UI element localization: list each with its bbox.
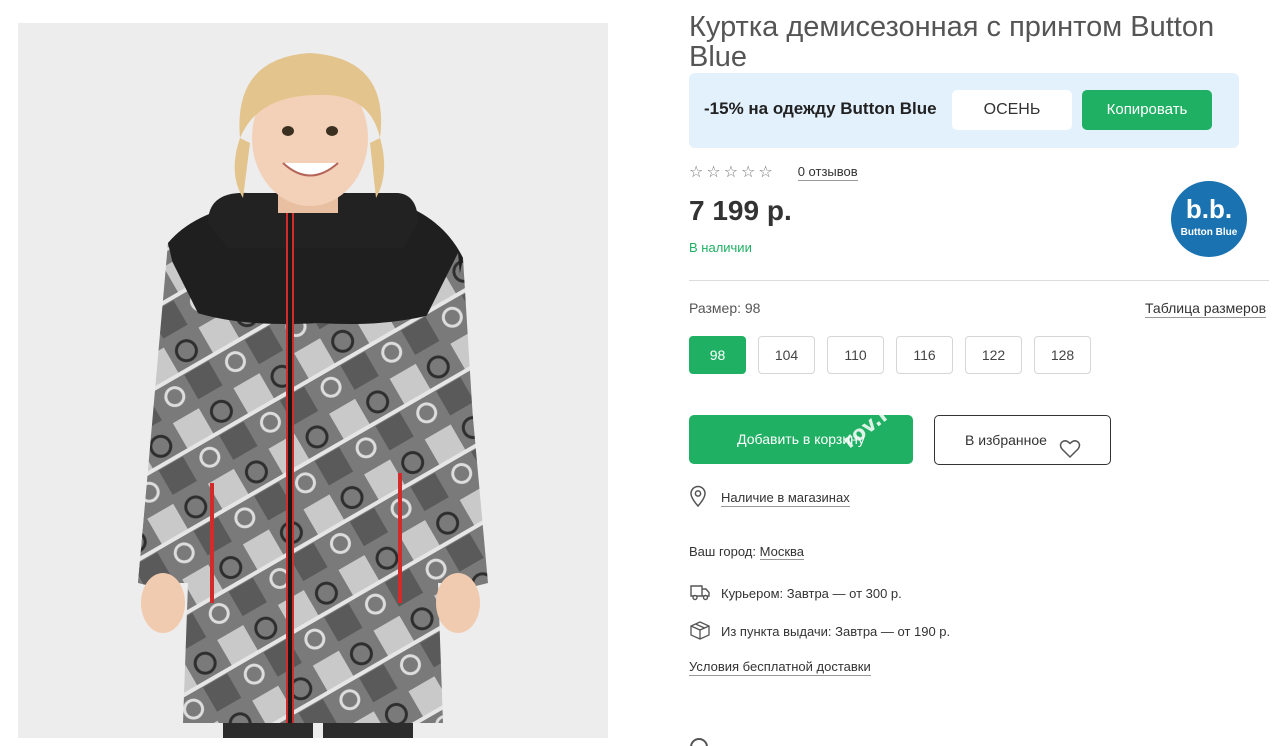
- heart-outline-icon: [1059, 430, 1081, 478]
- copy-code-button[interactable]: Копировать: [1082, 90, 1212, 130]
- size-table-link[interactable]: Таблица размеров: [1145, 300, 1267, 318]
- promo-banner: -15% на одежду Button Blue ОСЕНЬ Копиров…: [689, 73, 1239, 148]
- add-to-favorites-button[interactable]: В избранное: [934, 415, 1111, 465]
- size-option-122[interactable]: 122: [965, 336, 1022, 374]
- brand-logo-letters: b.b.: [1185, 194, 1233, 224]
- rating-row: ☆☆☆☆☆ 0 отзывов: [689, 162, 858, 182]
- map-pin-icon: [689, 485, 707, 512]
- pickup-info: Из пункта выдачи: Завтра — от 190 р.: [721, 624, 951, 639]
- product-title: Куртка демисезонная с принтом Button Blu…: [689, 11, 1215, 73]
- courier-delivery: Курьером: Завтра — от 300 р.: [689, 583, 902, 604]
- size-options: 98 104 110 116 122 128: [689, 336, 1103, 374]
- stores-link: Наличие в магазинах: [721, 490, 850, 507]
- promo-text: -15% на одежду Button Blue: [704, 99, 937, 118]
- stock-status: В наличии: [689, 240, 752, 255]
- size-option-98[interactable]: 98: [689, 336, 746, 374]
- pickup-delivery: Из пункта выдачи: Завтра — от 190 р.: [689, 620, 950, 643]
- truck-icon: [689, 583, 711, 604]
- star-outline-icon: ☆☆☆☆☆: [689, 164, 776, 181]
- size-option-104[interactable]: 104: [758, 336, 815, 374]
- free-delivery-link[interactable]: Условия бесплатной доставки: [689, 659, 871, 676]
- size-label: Размер: 98: [689, 300, 761, 316]
- brand-logo[interactable]: b.b. Button Blue: [1171, 181, 1247, 257]
- reviews-link[interactable]: 0 отзывов: [797, 164, 858, 181]
- promo-code-field[interactable]: ОСЕНЬ: [952, 90, 1072, 130]
- city-selector[interactable]: Москва: [759, 544, 805, 560]
- product-photo-illustration: [18, 23, 608, 738]
- divider: [689, 280, 1269, 281]
- box-icon: [689, 620, 711, 643]
- favorites-label: В избранное: [965, 432, 1047, 448]
- product-photo[interactable]: [18, 23, 608, 738]
- brand-logo-name: Button Blue: [1180, 227, 1238, 238]
- size-option-128[interactable]: 128: [1034, 336, 1091, 374]
- product-price: 7 199 р.: [689, 195, 792, 226]
- stores-availability[interactable]: Наличие в магазинах: [689, 485, 850, 512]
- city-row: Ваш город: Москва: [689, 544, 805, 560]
- courier-info: Курьером: Завтра — от 300 р.: [721, 586, 902, 601]
- product-page: Куртка демисезонная с принтом Button Blu…: [0, 0, 1272, 746]
- search-icon: [690, 738, 708, 746]
- size-option-116[interactable]: 116: [896, 336, 953, 374]
- city-label: Ваш город:: [689, 544, 756, 559]
- size-option-110[interactable]: 110: [827, 336, 884, 374]
